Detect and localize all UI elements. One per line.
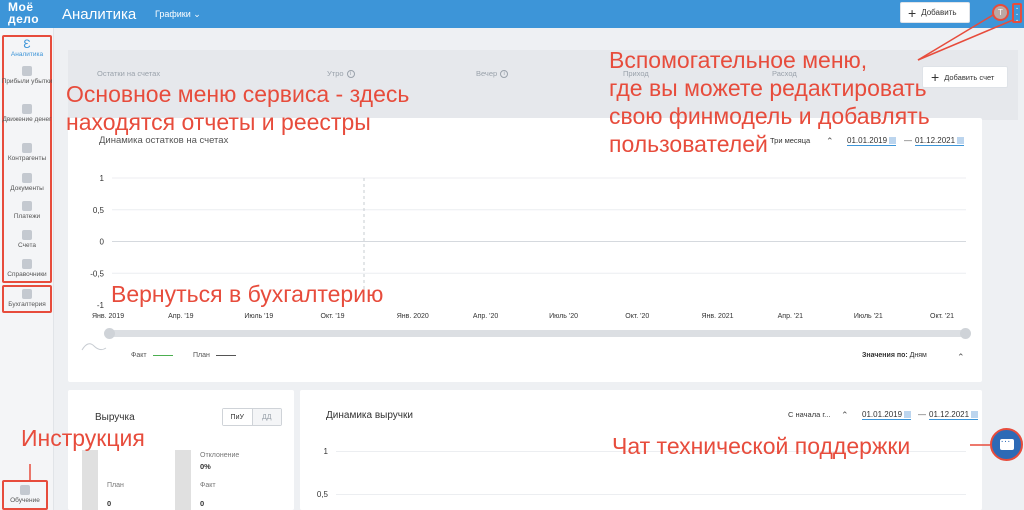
annotation-line: где вы можете редактировать [609,75,927,101]
annotation-instructions: Инструкция [21,425,145,451]
annotation-aux-menu: Вспомогательное меню, где вы можете реда… [609,46,930,158]
annotation-line: пользователей [609,131,768,157]
annotation-support-chat: Чат технической поддержки [612,433,911,459]
annotation-line: находятся отчеты и реестры [66,109,371,135]
annotation-main-menu: Основное меню сервиса - здесь находятся … [66,80,409,136]
annotation-arrow-kebab [917,19,1014,61]
annotation-line: Вспомогательное меню, [609,47,868,73]
annotation-line: Основное меню сервиса - здесь [66,81,410,107]
annotation-line: свою финмодель и добавлять [609,103,930,129]
annotation-back-to-accounting: Вернуться в бухгалтерию [111,281,384,307]
